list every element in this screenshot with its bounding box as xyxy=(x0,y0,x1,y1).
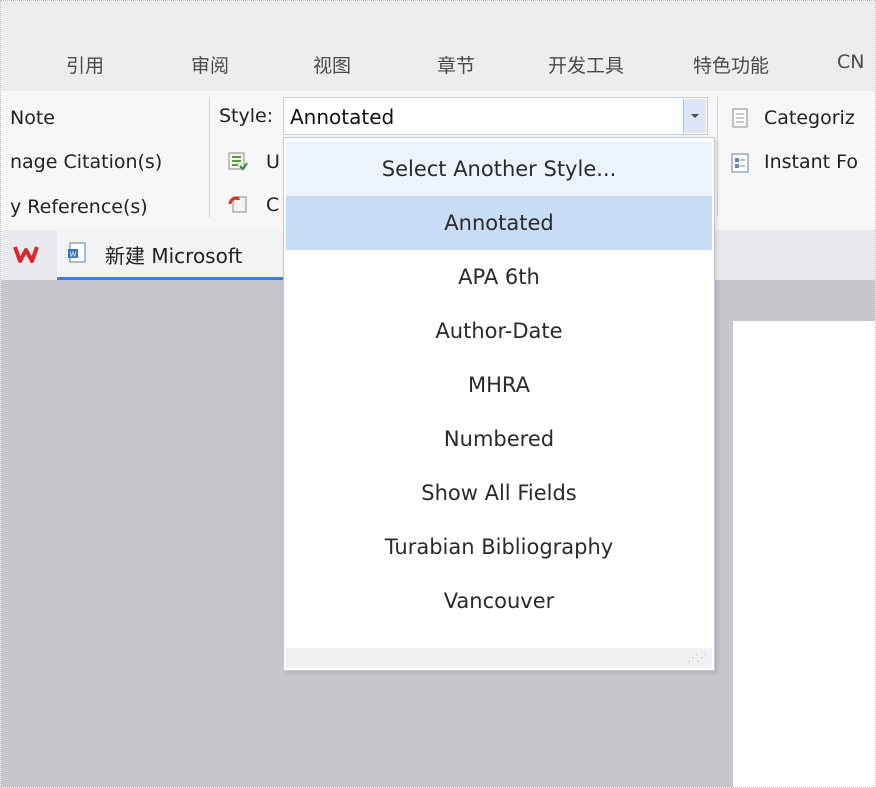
style-option-mhra[interactable]: MHRA xyxy=(286,358,712,412)
menu-tab-bar: 引用 审阅 视图 章节 开发工具 特色功能 CN xyxy=(1,1,875,91)
tab-review[interactable]: 审阅 xyxy=(191,51,229,78)
style-select[interactable]: Annotated xyxy=(283,97,708,135)
categorize-references-button[interactable]: Categoriz xyxy=(764,107,855,129)
tab-special-features[interactable]: 特色功能 xyxy=(693,51,769,78)
style-dropdown-list: Select Another Style... Annotated APA 6t… xyxy=(283,137,715,671)
document-tab-title: 新建 Microsoft xyxy=(105,244,243,268)
update-citations-icon[interactable] xyxy=(228,151,248,171)
bibliography-reference-button[interactable]: y Reference(s) xyxy=(10,196,148,218)
dropdown-arrow-icon[interactable] xyxy=(683,99,706,133)
document-tab[interactable]: W 新建 Microsoft xyxy=(57,230,287,280)
convert-label[interactable]: C xyxy=(266,194,279,216)
tab-section[interactable]: 章节 xyxy=(437,51,475,78)
style-select-value: Annotated xyxy=(290,105,395,129)
select-another-style-option[interactable]: Select Another Style... xyxy=(286,142,712,196)
tab-cn[interactable]: CN xyxy=(837,51,864,73)
style-option-turabian-bibliography[interactable]: Turabian Bibliography xyxy=(286,520,712,574)
style-label: Style: xyxy=(219,105,274,127)
style-option-apa-6th[interactable]: APA 6th xyxy=(286,250,712,304)
tab-references[interactable]: 引用 xyxy=(66,51,104,78)
style-option-author-date[interactable]: Author-Date xyxy=(286,304,712,358)
categorize-icon[interactable] xyxy=(730,108,750,128)
resize-grip-icon[interactable]: ⋰⋰ xyxy=(688,653,707,664)
dropdown-footer: ⋰⋰ xyxy=(286,648,712,668)
style-option-annotated[interactable]: Annotated xyxy=(286,196,712,250)
manage-citations-button[interactable]: nage Citation(s) xyxy=(10,151,162,173)
ribbon-separator xyxy=(717,97,718,217)
style-option-vancouver[interactable]: Vancouver xyxy=(286,574,712,628)
svg-text:W: W xyxy=(70,251,77,259)
document-page[interactable] xyxy=(733,321,875,787)
tab-developer-tools[interactable]: 开发工具 xyxy=(548,51,624,78)
style-option-show-all-fields[interactable]: Show All Fields xyxy=(286,466,712,520)
instant-format-button[interactable]: Instant Fo xyxy=(764,151,858,173)
style-option-numbered[interactable]: Numbered xyxy=(286,412,712,466)
wps-logo-icon[interactable] xyxy=(13,242,39,266)
convert-icon[interactable] xyxy=(228,194,248,214)
update-citations-label[interactable]: U xyxy=(266,151,280,173)
ribbon-separator xyxy=(209,97,210,217)
document-icon: W xyxy=(67,242,87,264)
insert-note-button[interactable]: Note xyxy=(10,107,55,129)
instant-format-icon[interactable] xyxy=(730,153,750,173)
tab-view[interactable]: 视图 xyxy=(313,51,351,78)
